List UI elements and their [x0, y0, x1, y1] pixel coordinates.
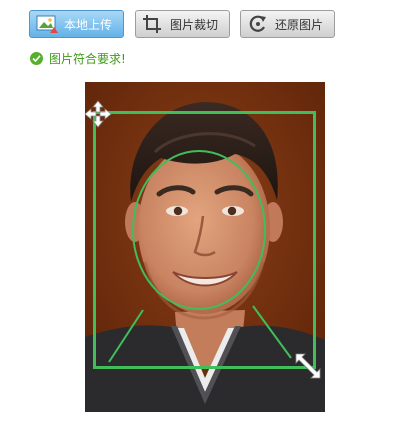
crop-button[interactable]: 图片裁切 [135, 10, 230, 38]
upload-button[interactable]: 本地上传 [29, 10, 124, 38]
portrait-illustration [85, 82, 325, 412]
crop-button-label: 图片裁切 [170, 17, 219, 32]
upload-button-label: 本地上传 [64, 17, 113, 32]
portrait-photo [85, 82, 325, 412]
status-message: 图片符合要求! [30, 50, 126, 67]
check-circle-icon [30, 52, 43, 65]
photo-upload-panel: 本地上传 图片裁切 还原图片 图片符合要求! [0, 0, 418, 430]
crop-icon [143, 15, 161, 33]
restore-button[interactable]: 还原图片 [240, 10, 335, 38]
move-handle-icon[interactable] [84, 100, 112, 128]
image-upload-icon [36, 15, 58, 33]
status-text: 图片符合要求! [49, 52, 126, 66]
restore-icon [249, 15, 266, 32]
resize-handle-icon[interactable] [294, 352, 322, 380]
restore-button-label: 还原图片 [275, 17, 324, 32]
